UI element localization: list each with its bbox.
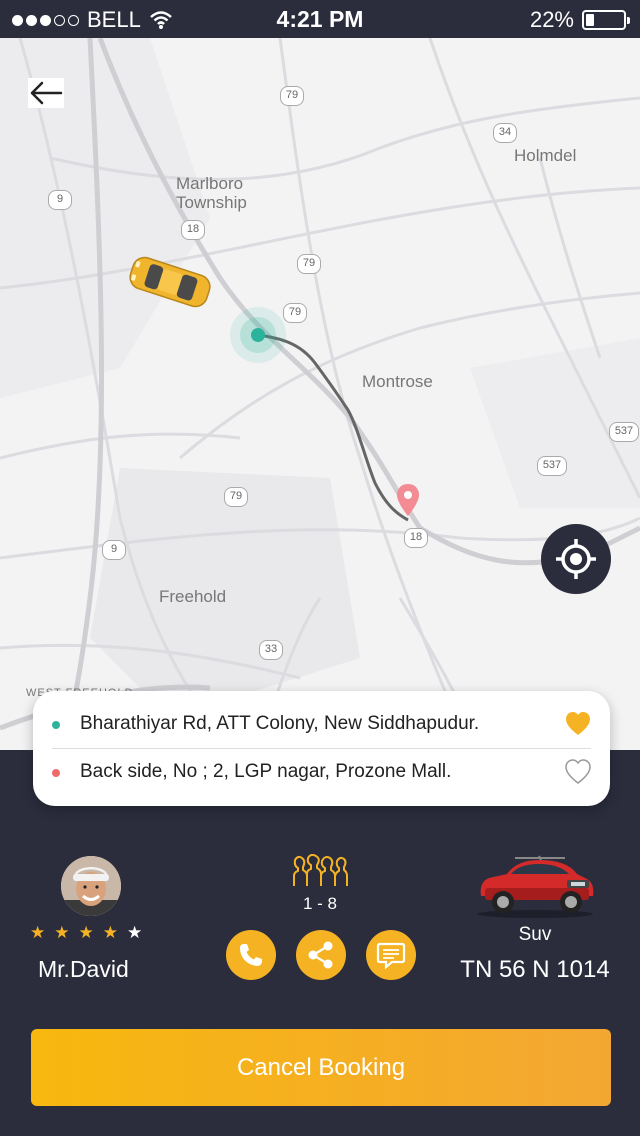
battery-icon bbox=[582, 10, 630, 30]
route-shield: 79 bbox=[224, 487, 248, 507]
route-shield: 79 bbox=[280, 86, 304, 106]
route-shield: 9 bbox=[102, 540, 126, 560]
star-filled-icon: ★ bbox=[54, 923, 70, 942]
route-shield: 537 bbox=[609, 422, 639, 442]
star-empty-icon: ★ bbox=[127, 923, 143, 942]
pickup-dot bbox=[52, 721, 60, 729]
address-card: Bharathiyar Rd, ATT Colony, New Siddhapu… bbox=[33, 691, 610, 806]
chat-button[interactable] bbox=[366, 930, 416, 980]
driver-avatar bbox=[61, 856, 121, 916]
cancel-booking-button[interactable]: Cancel Booking bbox=[31, 1029, 611, 1106]
status-bar: BELL 4:21 PM 22% bbox=[0, 0, 640, 38]
driver-photo bbox=[61, 856, 121, 916]
heart-filled-icon[interactable] bbox=[564, 711, 592, 737]
back-button[interactable] bbox=[28, 78, 64, 108]
route-shield: 537 bbox=[537, 456, 567, 476]
battery-fill bbox=[586, 14, 594, 26]
route-shield: 79 bbox=[297, 254, 321, 274]
map-label-holmdel: Holmdel bbox=[514, 146, 577, 165]
map-roads bbox=[0, 38, 640, 750]
route-shield: 33 bbox=[259, 640, 283, 660]
share-icon bbox=[308, 941, 333, 969]
drop-dot bbox=[52, 769, 60, 777]
phone-icon bbox=[240, 944, 262, 966]
seat-range: 1 - 8 bbox=[302, 894, 338, 913]
arrow-left-icon bbox=[30, 81, 63, 105]
share-button[interactable] bbox=[296, 930, 346, 980]
people-group-icon bbox=[293, 853, 348, 886]
star-filled-icon: ★ bbox=[30, 923, 46, 942]
driver-rating: ★ ★ ★ ★ ★ bbox=[30, 924, 142, 942]
route-shield: 18 bbox=[181, 220, 205, 240]
crosshair-icon bbox=[556, 539, 596, 579]
battery-percent: 22% bbox=[529, 7, 574, 32]
drop-address: Back side, No ; 2, LGP nagar, Prozone Ma… bbox=[80, 761, 452, 782]
vehicle-type: Suv bbox=[518, 924, 552, 945]
status-right: 22% bbox=[529, 7, 630, 33]
driver-name: Mr.David bbox=[38, 956, 129, 982]
route-shield: 34 bbox=[493, 123, 517, 143]
vehicle-info: Suv TN 56 N 1014 bbox=[455, 852, 615, 983]
star-filled-icon: ★ bbox=[78, 923, 94, 942]
drop-address-row[interactable]: Back side, No ; 2, LGP nagar, Prozone Ma… bbox=[33, 747, 610, 799]
route-shield: 18 bbox=[404, 528, 428, 548]
map-view[interactable]: Marlboro Township Holmdel Montrose Freeh… bbox=[0, 38, 640, 750]
chat-icon bbox=[376, 942, 406, 970]
call-button[interactable] bbox=[226, 930, 276, 980]
heart-outline-icon[interactable] bbox=[564, 759, 592, 785]
my-location-button[interactable] bbox=[541, 524, 611, 594]
map-label-montrose: Montrose bbox=[362, 372, 433, 391]
route-shield: 79 bbox=[283, 303, 307, 323]
taxi-car-icon bbox=[129, 256, 211, 308]
pickup-address: Bharathiyar Rd, ATT Colony, New Siddhapu… bbox=[80, 713, 480, 734]
route-shield: 9 bbox=[48, 190, 72, 210]
star-filled-icon: ★ bbox=[102, 923, 118, 942]
pickup-address-row[interactable]: Bharathiyar Rd, ATT Colony, New Siddhapu… bbox=[33, 699, 610, 751]
vehicle-plate: TN 56 N 1014 bbox=[460, 956, 610, 983]
suv-car-icon bbox=[477, 855, 594, 918]
map-label-marlboro: Marlboro Township bbox=[176, 174, 247, 212]
seat-capacity: 1 - 8 bbox=[280, 853, 360, 913]
map-label-freehold: Freehold bbox=[159, 587, 227, 606]
